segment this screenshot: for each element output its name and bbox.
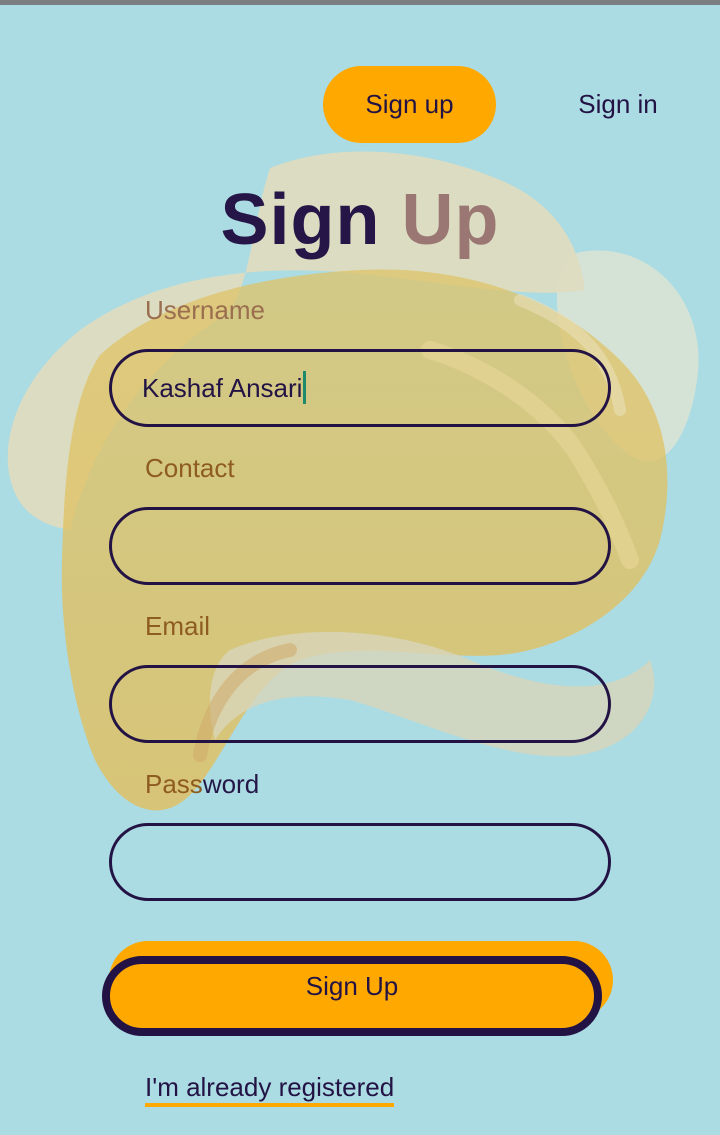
password-label-part2: word [202,769,260,799]
contact-input[interactable] [109,507,611,585]
username-value: Kashaf Ansari [142,373,303,403]
nav-signup-button[interactable]: Sign up [323,66,496,143]
signup-submit-button[interactable]: Sign Up [102,956,602,1036]
password-label: Password [145,768,259,800]
email-label: Email [145,611,211,641]
nav-signin-link[interactable]: Sign in [560,66,676,143]
password-input[interactable] [109,823,611,901]
page-title: Sign Up [0,175,720,265]
text-caret [303,371,306,404]
status-strip [0,0,720,5]
email-input[interactable] [109,665,611,743]
username-label: Username [145,295,265,325]
contact-label: Contact [145,453,235,483]
password-label-part1: Pass [145,769,203,799]
username-input[interactable]: Kashaf Ansari [109,349,611,427]
already-registered-link[interactable]: I'm already registered [145,1071,395,1107]
submit-label: Sign Up [305,971,399,1001]
